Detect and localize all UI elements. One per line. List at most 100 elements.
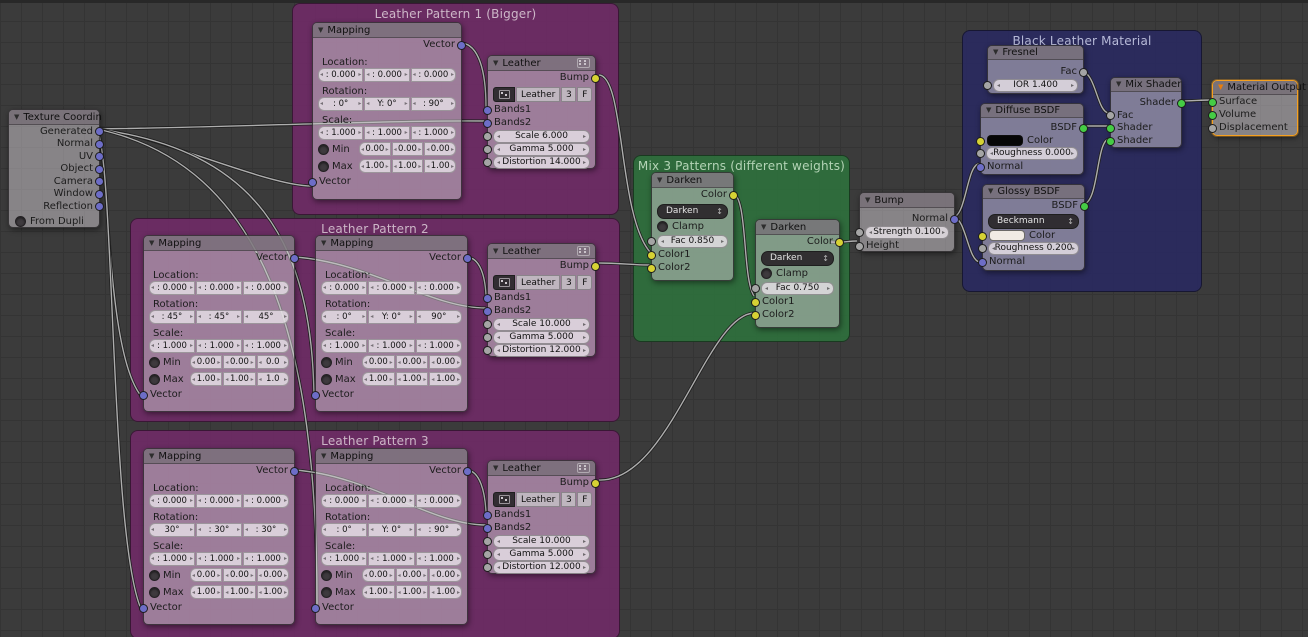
socket-uv-out[interactable] [95,152,104,162]
number-field[interactable]: : 1.000 [318,125,364,140]
min-checkbox[interactable] [321,356,332,368]
number-field[interactable]: : 0.000 [368,493,415,508]
number-field[interactable]: : 1.000 [364,125,410,140]
number-field[interactable]: 0.00 [395,355,429,369]
node-mix-darken-1[interactable]: ▼ Darken Color Darken Clamp Fac 0.850 Col… [647,172,738,281]
socket-displacement-in[interactable] [1208,123,1217,133]
number-field[interactable]: : 0.000 [415,493,462,508]
number-field[interactable]: 45° [243,309,289,324]
blend-mode-dropdown[interactable]: Darken [761,250,834,266]
collapse-icon[interactable]: ▼ [493,247,498,255]
number-field[interactable]: : 0° [318,96,364,111]
socket-camera-out[interactable] [95,177,104,187]
node-header[interactable]: ▼ Texture Coordin [9,110,102,125]
number-field[interactable]: : 30° [243,522,289,537]
color-swatch[interactable] [987,135,1023,146]
socket-bump-out[interactable] [591,478,600,488]
number-field[interactable]: : 1.000 [321,338,368,353]
node-glossy-bsdf[interactable]: ▼ Glossy BSDF BSDF Beckmann Color Roughne… [978,184,1089,271]
max-checkbox[interactable] [149,586,160,598]
fac-slider[interactable]: Fac 0.850 [657,234,728,248]
socket-gamma-in[interactable] [483,145,492,154]
collapse-icon[interactable]: ▼ [865,196,870,204]
number-field[interactable]: : 0.000 [415,280,462,295]
max-checkbox[interactable] [149,373,160,385]
socket-bands2-in[interactable] [483,306,492,316]
socket-generated-out[interactable] [95,127,104,137]
number-field[interactable]: : 1.000 [149,551,195,566]
roughness-slider[interactable]: Roughness 0.200 [988,241,1079,255]
number-field[interactable]: 0.00 [359,142,391,156]
socket-bands2-in[interactable] [483,118,492,128]
socket-vector-out[interactable] [457,40,466,50]
node-leather-group-1[interactable]: ▼ Leather Bump Leather 3 F Bands1 Bands2 … [483,55,600,169]
collapse-icon[interactable]: ▼ [493,59,498,67]
number-field[interactable]: : 0.000 [364,67,410,82]
socket-normal-in[interactable] [978,257,987,267]
collapse-icon[interactable]: ▼ [149,239,154,247]
node-header[interactable]: ▼ Mapping [144,449,294,464]
max-checkbox[interactable] [321,586,332,598]
collapse-icon[interactable]: ▼ [988,188,993,195]
min-checkbox[interactable] [321,569,332,581]
number-field[interactable]: : 0.000 [149,493,195,508]
socket-color-out[interactable] [835,237,844,247]
number-field[interactable]: : 0.000 [149,280,195,295]
node-mapping-pattern3-a[interactable]: ▼ Mapping Vector Location: : 0.000 : 0.00… [139,448,299,625]
socket-vector-in[interactable] [311,603,320,613]
collapse-icon[interactable]: ▼ [318,26,323,34]
node-header[interactable]: ▼ Mapping [313,23,461,38]
number-field[interactable]: 1.00 [223,585,256,599]
node-mix-shader[interactable]: ▼ Mix Shader Shader Fac Shader Shader [1106,77,1186,148]
number-field[interactable]: 0.00 [362,568,395,582]
socket-height-in[interactable] [855,241,864,251]
users-count-button[interactable]: 3 [561,492,577,507]
number-field[interactable]: 0.00 [391,142,424,156]
group-name-field[interactable]: Leather [516,87,561,102]
distribution-dropdown[interactable]: Beckmann [988,213,1079,229]
socket-roughness-in[interactable] [978,244,987,253]
number-field[interactable]: Y: 0° [368,309,415,324]
number-field[interactable]: 1.00 [362,585,395,599]
number-field[interactable]: 1.0 [256,372,289,386]
number-field[interactable]: 1.00 [395,372,429,386]
users-count-button[interactable]: 3 [561,275,577,290]
color-swatch[interactable] [989,230,1025,241]
collapse-icon[interactable]: ▼ [993,49,998,56]
socket-vector-in[interactable] [308,177,317,187]
socket-scale-in[interactable] [483,537,492,546]
node-header[interactable]: ▼ Glossy BSDF [983,185,1084,199]
min-checkbox[interactable] [149,356,160,368]
number-field[interactable]: 1.00 [391,159,424,173]
number-field[interactable]: Y: 0° [368,522,415,537]
number-field[interactable]: : 1.000 [368,551,415,566]
number-field[interactable]: 0.00 [395,568,429,582]
socket-bands1-in[interactable] [483,105,492,115]
number-field[interactable]: 1.00 [190,585,223,599]
socket-distortion-in[interactable] [483,346,492,355]
node-diffuse-bsdf[interactable]: ▼ Diffuse BSDF BSDF Color Roughness 0.000… [976,103,1088,175]
node-header[interactable]: ▼ Diffuse BSDF [981,104,1083,118]
number-field[interactable]: 30° [149,522,195,537]
socket-bands1-in[interactable] [483,510,492,520]
group-browse-button[interactable] [493,492,515,507]
number-field[interactable]: 0.00 [362,355,395,369]
node-header[interactable]: ▼ Fresnel [988,46,1083,60]
socket-volume-in[interactable] [1208,110,1217,120]
number-field[interactable]: 1.00 [223,372,256,386]
number-field[interactable]: : 90° [410,96,456,111]
clamp-checkbox[interactable] [761,268,772,279]
number-field[interactable]: 1.00 [362,372,395,386]
number-field[interactable]: : 1.000 [368,338,415,353]
socket-normal-out[interactable] [950,214,959,224]
max-checkbox[interactable] [318,160,329,172]
gamma-slider[interactable]: Gamma 5.000 [493,547,590,561]
collapse-icon[interactable]: ▼ [986,107,991,114]
collapse-icon[interactable]: ▼ [657,176,662,184]
node-leather-group-3[interactable]: ▼ Leather Bump Leather 3 F Bands1 Bands2 … [483,460,600,574]
node-bump[interactable]: ▼ Bump Normal Strength 0.100 Height [855,192,959,252]
socket-shader2-in[interactable] [1106,136,1115,146]
number-field[interactable]: : 0.000 [321,493,368,508]
number-field[interactable]: : 30° [196,522,242,537]
distortion-slider[interactable]: Distortion 14.000 [493,155,590,169]
